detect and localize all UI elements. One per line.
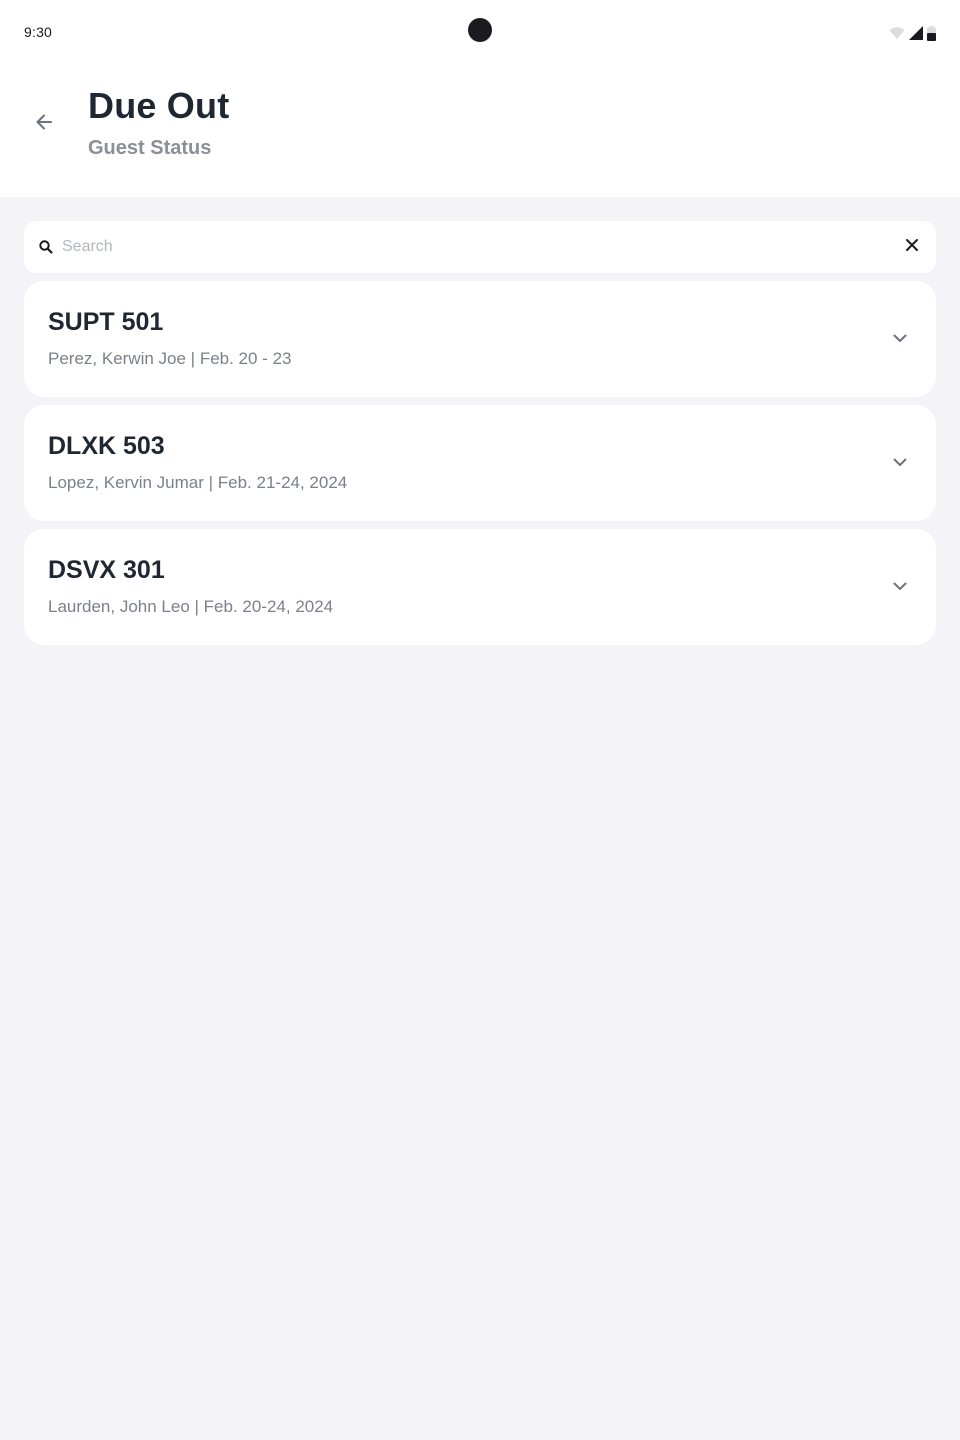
clear-search-button[interactable] [900, 235, 924, 259]
wifi-icon [889, 26, 905, 40]
chevron-down-icon [893, 454, 907, 472]
search-bar [24, 221, 936, 273]
arrow-left-icon [34, 112, 54, 137]
room-code: DLXK 503 [48, 432, 165, 460]
room-code: DSVX 301 [48, 556, 165, 584]
guest-stay-detail: Perez, Kerwin Joe | Feb. 20 - 23 [48, 349, 292, 368]
status-icons [889, 25, 936, 41]
search-icon [38, 239, 54, 255]
room-card[interactable]: SUPT 501 Perez, Kerwin Joe | Feb. 20 - 2… [24, 281, 936, 397]
page-subtitle: Guest Status [88, 137, 212, 159]
room-code: SUPT 501 [48, 308, 164, 336]
battery-icon [927, 25, 936, 41]
camera-cutout [468, 18, 492, 42]
status-bar: 9:30 [0, 0, 960, 64]
expand-button[interactable] [888, 327, 912, 351]
guest-stay-detail: Lopez, Kervin Jumar | Feb. 21-24, 2024 [48, 473, 348, 492]
chevron-down-icon [893, 578, 907, 596]
search-input[interactable] [62, 221, 882, 273]
expand-button[interactable] [888, 575, 912, 599]
status-time: 9:30 [24, 24, 53, 40]
back-button[interactable] [20, 100, 68, 148]
app-header: Due Out Guest Status [0, 64, 960, 197]
page-title: Due Out [88, 85, 230, 126]
chevron-down-icon [893, 330, 907, 348]
expand-button[interactable] [888, 451, 912, 475]
close-icon [905, 238, 919, 257]
room-card[interactable]: DSVX 301 Laurden, John Leo | Feb. 20-24,… [24, 529, 936, 645]
cellular-signal-icon [909, 26, 923, 40]
guest-stay-detail: Laurden, John Leo | Feb. 20-24, 2024 [48, 597, 334, 616]
room-card[interactable]: DLXK 503 Lopez, Kervin Jumar | Feb. 21-2… [24, 405, 936, 521]
